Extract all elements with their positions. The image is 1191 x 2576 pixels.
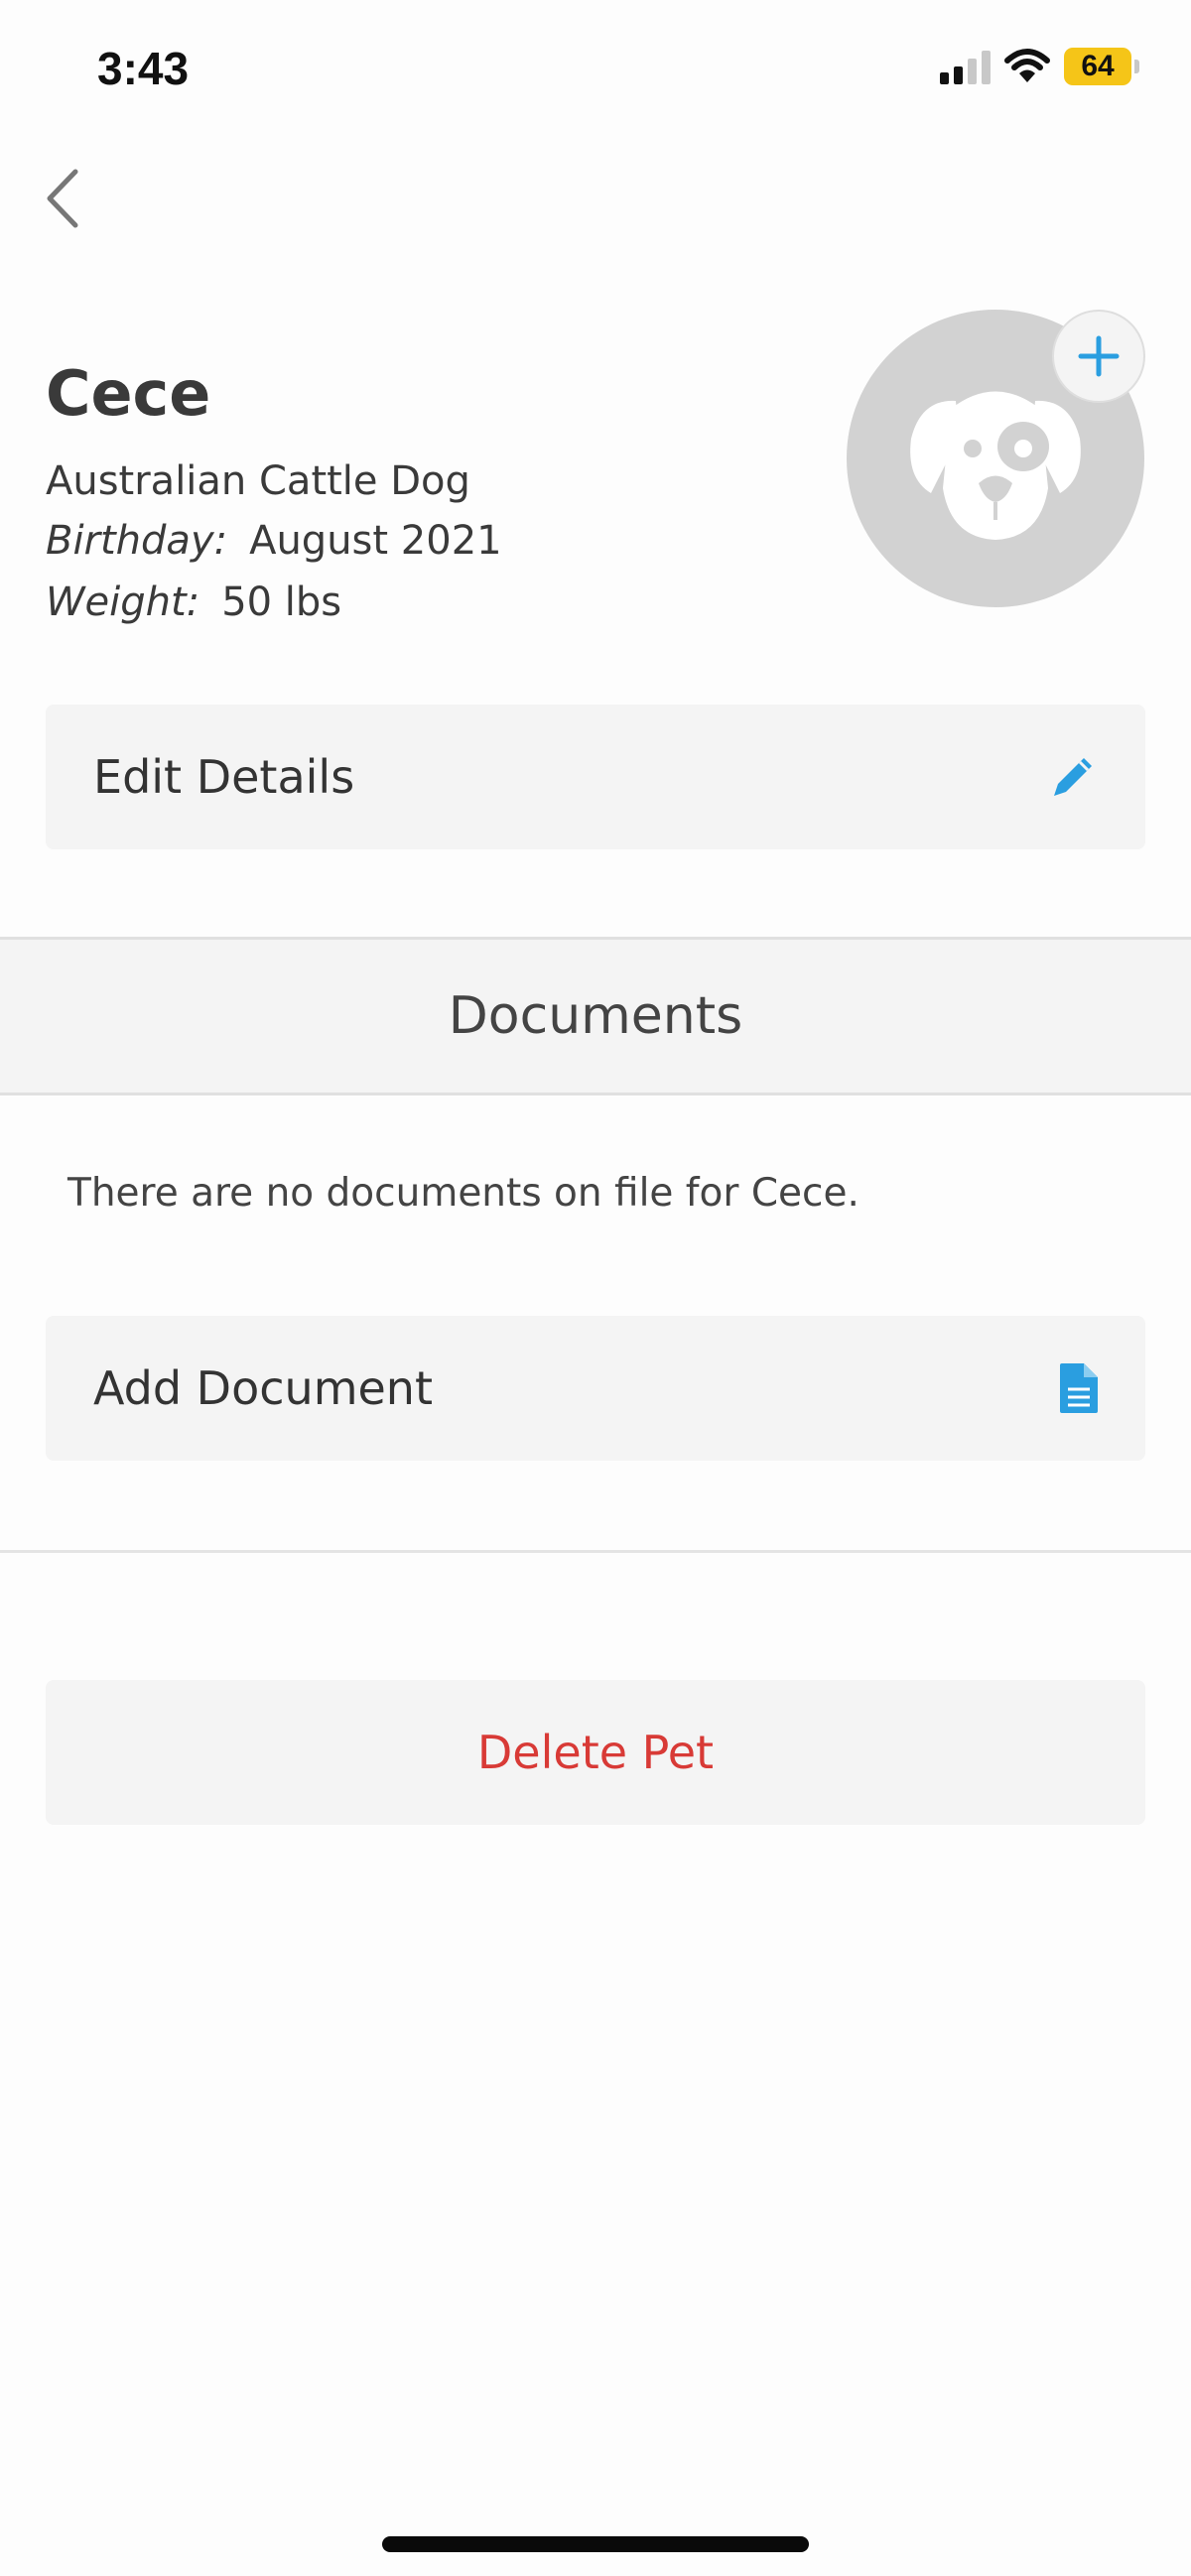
document-icon: [1060, 1363, 1098, 1413]
add-document-button[interactable]: Add Document: [46, 1316, 1145, 1461]
section-divider: [0, 1550, 1191, 1553]
edit-details-label: Edit Details: [93, 750, 355, 804]
pet-name: Cece: [46, 357, 211, 430]
birthday-value: August 2021: [249, 518, 502, 564]
edit-details-button[interactable]: Edit Details: [46, 705, 1145, 849]
pet-profile-screen: 3:43 64 Cece Australian Cattle Dog Birth…: [0, 0, 1191, 2576]
weight-label: Weight:: [46, 580, 200, 625]
chevron-left-icon: [47, 169, 78, 228]
add-document-label: Add Document: [93, 1361, 433, 1415]
status-time: 3:43: [97, 43, 190, 94]
battery-level: 64: [1064, 48, 1131, 85]
documents-title: Documents: [448, 986, 743, 1046]
add-photo-button[interactable]: [1052, 310, 1145, 403]
birthday-label: Birthday:: [46, 518, 228, 564]
delete-pet-label: Delete Pet: [476, 1726, 715, 1779]
wifi-icon: [1004, 49, 1050, 82]
weight-value: 50 lbs: [221, 580, 342, 625]
signal-icon: [940, 49, 991, 84]
weight-row: Weight: 50 lbs: [46, 580, 341, 625]
documents-empty-message: There are no documents on file for Cece.: [67, 1171, 860, 1216]
status-icons: 64: [940, 48, 1139, 85]
birthday-row: Birthday: August 2021: [46, 518, 502, 564]
pencil-icon: [1054, 758, 1092, 796]
pet-breed: Australian Cattle Dog: [46, 458, 470, 504]
home-indicator[interactable]: [382, 2536, 809, 2552]
delete-pet-button[interactable]: Delete Pet: [46, 1680, 1145, 1825]
dog-face-icon: [910, 391, 1081, 540]
battery-icon: 64: [1064, 48, 1139, 85]
plus-icon: [1078, 335, 1120, 377]
documents-section-header: Documents: [0, 937, 1191, 1095]
back-button[interactable]: [40, 164, 89, 233]
